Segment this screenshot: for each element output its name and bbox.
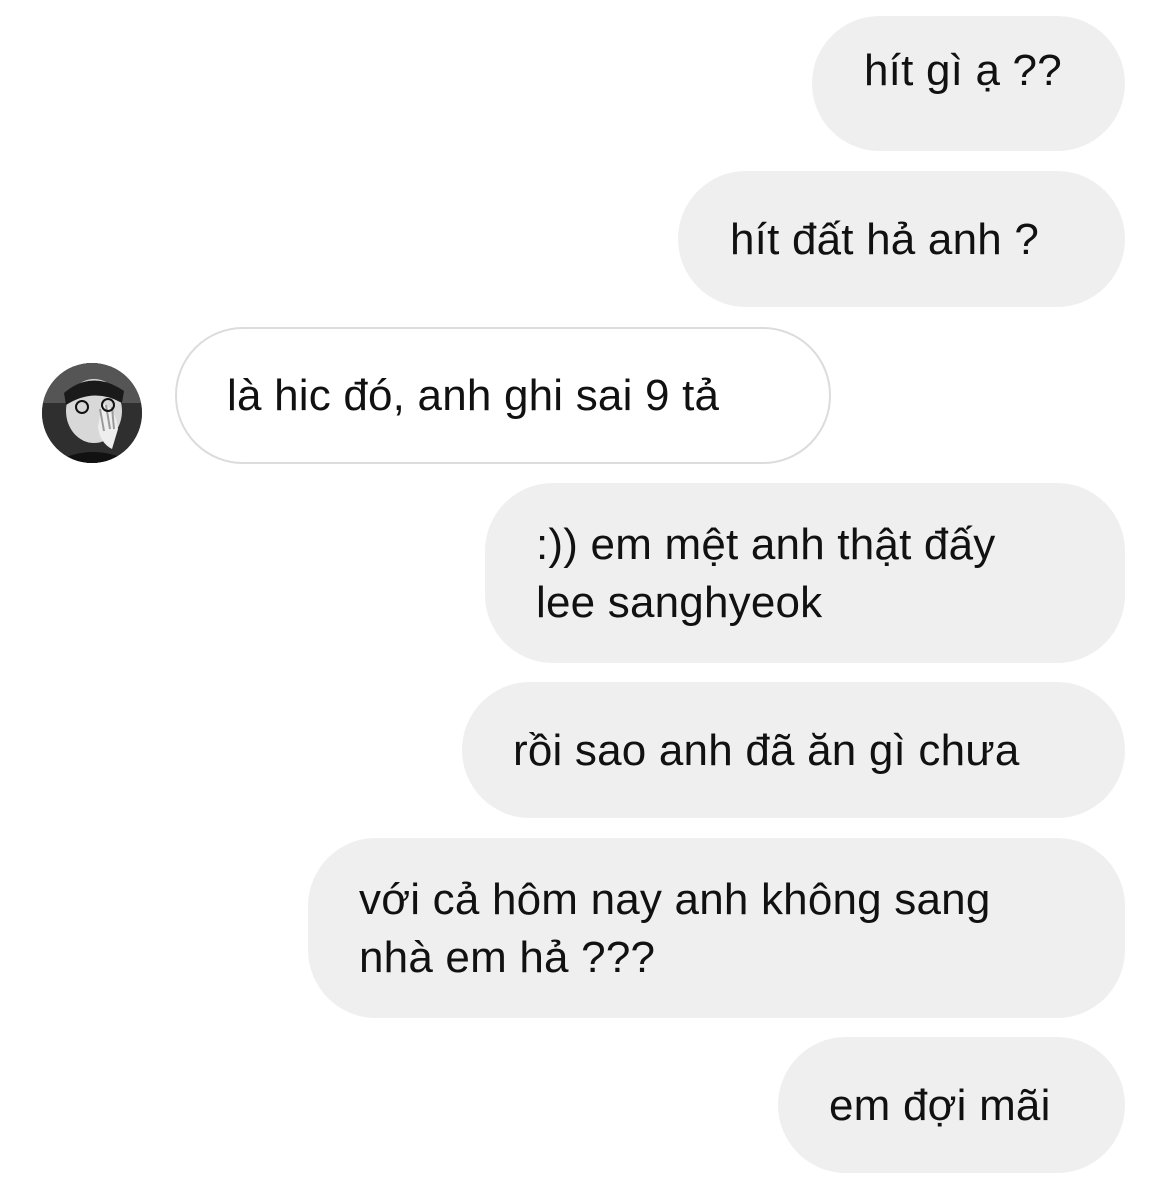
message-bubble-outgoing[interactable]: hít đất hả anh ? [678,171,1125,307]
message-bubble-outgoing[interactable]: em đợi mãi [778,1037,1125,1173]
message-bubble-incoming[interactable]: là hic đó, anh ghi sai 9 tả [175,327,831,464]
message-text: với cả hôm nay anh không sang nhà em hả … [359,875,991,982]
message-text: rồi sao anh đã ăn gì chưa [513,726,1020,775]
message-bubble-outgoing[interactable]: với cả hôm nay anh không sang nhà em hả … [308,838,1125,1018]
message-text: là hic đó, anh ghi sai 9 tả [227,371,720,420]
message-bubble-outgoing[interactable]: hít gì ạ ?? [812,16,1125,151]
message-text: hít đất hả anh ? [730,215,1040,264]
message-text: em đợi mãi [829,1081,1051,1130]
message-bubble-outgoing[interactable]: rồi sao anh đã ăn gì chưa [462,682,1125,818]
message-bubble-outgoing[interactable]: :)) em mệt anh thật đấy lee sanghyeok [485,483,1125,663]
user-avatar-icon [42,363,142,463]
message-text: :)) em mệt anh thật đấy lee sanghyeok [536,520,996,627]
contact-avatar[interactable] [42,363,142,463]
message-text: hít gì ạ ?? [864,46,1062,95]
